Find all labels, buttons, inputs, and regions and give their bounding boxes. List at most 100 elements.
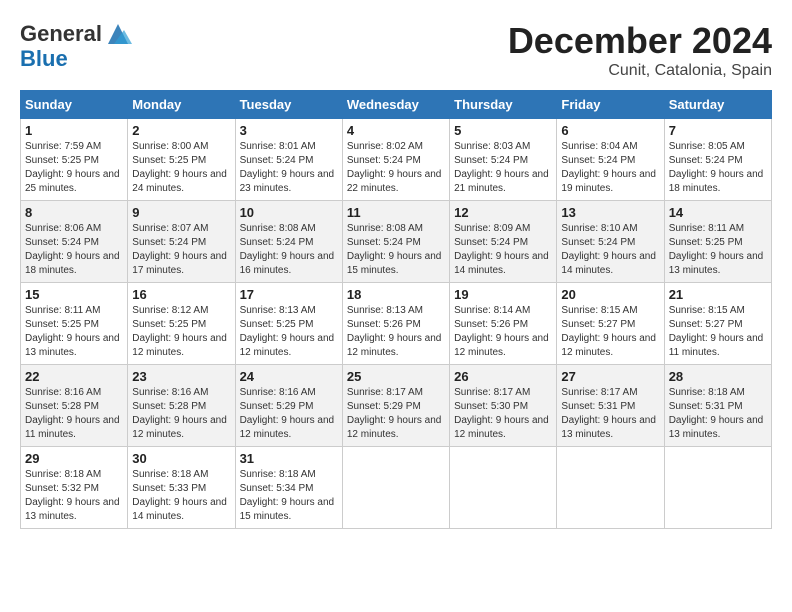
title-block: December 2024 Cunit, Catalonia, Spain bbox=[508, 20, 772, 80]
day-info: Sunrise: 8:13 AM Sunset: 5:25 PM Dayligh… bbox=[240, 304, 338, 360]
day-number: 23 bbox=[132, 369, 230, 384]
day-info: Sunrise: 8:02 AM Sunset: 5:24 PM Dayligh… bbox=[347, 140, 445, 196]
weekday-header-wednesday: Wednesday bbox=[342, 91, 449, 119]
calendar-cell: 2 Sunrise: 8:00 AM Sunset: 5:25 PM Dayli… bbox=[128, 119, 235, 201]
day-number: 11 bbox=[347, 205, 445, 220]
day-number: 3 bbox=[240, 123, 338, 138]
calendar-cell: 28 Sunrise: 8:18 AM Sunset: 5:31 PM Dayl… bbox=[664, 365, 771, 447]
day-number: 25 bbox=[347, 369, 445, 384]
day-number: 19 bbox=[454, 287, 552, 302]
day-info: Sunrise: 8:18 AM Sunset: 5:34 PM Dayligh… bbox=[240, 468, 338, 524]
calendar-cell: 29 Sunrise: 8:18 AM Sunset: 5:32 PM Dayl… bbox=[21, 447, 128, 529]
day-info: Sunrise: 8:18 AM Sunset: 5:33 PM Dayligh… bbox=[132, 468, 230, 524]
day-number: 16 bbox=[132, 287, 230, 302]
day-info: Sunrise: 8:16 AM Sunset: 5:29 PM Dayligh… bbox=[240, 386, 338, 442]
location-subtitle: Cunit, Catalonia, Spain bbox=[508, 62, 772, 80]
page-header: General Blue December 2024 Cunit, Catalo… bbox=[20, 20, 772, 80]
calendar-week-5: 29 Sunrise: 8:18 AM Sunset: 5:32 PM Dayl… bbox=[21, 447, 772, 529]
calendar-week-3: 15 Sunrise: 8:11 AM Sunset: 5:25 PM Dayl… bbox=[21, 283, 772, 365]
day-number: 7 bbox=[669, 123, 767, 138]
day-info: Sunrise: 8:17 AM Sunset: 5:30 PM Dayligh… bbox=[454, 386, 552, 442]
day-number: 13 bbox=[561, 205, 659, 220]
calendar-cell: 16 Sunrise: 8:12 AM Sunset: 5:25 PM Dayl… bbox=[128, 283, 235, 365]
calendar-cell: 7 Sunrise: 8:05 AM Sunset: 5:24 PM Dayli… bbox=[664, 119, 771, 201]
calendar-cell: 31 Sunrise: 8:18 AM Sunset: 5:34 PM Dayl… bbox=[235, 447, 342, 529]
calendar-cell: 11 Sunrise: 8:08 AM Sunset: 5:24 PM Dayl… bbox=[342, 201, 449, 283]
day-number: 18 bbox=[347, 287, 445, 302]
day-info: Sunrise: 8:06 AM Sunset: 5:24 PM Dayligh… bbox=[25, 222, 123, 278]
day-info: Sunrise: 8:17 AM Sunset: 5:29 PM Dayligh… bbox=[347, 386, 445, 442]
logo-blue-text: Blue bbox=[20, 48, 132, 70]
calendar-cell: 5 Sunrise: 8:03 AM Sunset: 5:24 PM Dayli… bbox=[450, 119, 557, 201]
day-info: Sunrise: 8:08 AM Sunset: 5:24 PM Dayligh… bbox=[347, 222, 445, 278]
calendar-cell bbox=[664, 447, 771, 529]
day-number: 31 bbox=[240, 451, 338, 466]
calendar-cell: 8 Sunrise: 8:06 AM Sunset: 5:24 PM Dayli… bbox=[21, 201, 128, 283]
weekday-header-friday: Friday bbox=[557, 91, 664, 119]
calendar-cell: 18 Sunrise: 8:13 AM Sunset: 5:26 PM Dayl… bbox=[342, 283, 449, 365]
day-number: 26 bbox=[454, 369, 552, 384]
weekday-header-sunday: Sunday bbox=[21, 91, 128, 119]
day-number: 17 bbox=[240, 287, 338, 302]
day-info: Sunrise: 8:03 AM Sunset: 5:24 PM Dayligh… bbox=[454, 140, 552, 196]
calendar-cell bbox=[557, 447, 664, 529]
calendar-cell: 17 Sunrise: 8:13 AM Sunset: 5:25 PM Dayl… bbox=[235, 283, 342, 365]
calendar-cell: 9 Sunrise: 8:07 AM Sunset: 5:24 PM Dayli… bbox=[128, 201, 235, 283]
day-info: Sunrise: 8:18 AM Sunset: 5:32 PM Dayligh… bbox=[25, 468, 123, 524]
day-info: Sunrise: 8:11 AM Sunset: 5:25 PM Dayligh… bbox=[669, 222, 767, 278]
calendar-cell: 24 Sunrise: 8:16 AM Sunset: 5:29 PM Dayl… bbox=[235, 365, 342, 447]
day-info: Sunrise: 8:08 AM Sunset: 5:24 PM Dayligh… bbox=[240, 222, 338, 278]
calendar-cell: 6 Sunrise: 8:04 AM Sunset: 5:24 PM Dayli… bbox=[557, 119, 664, 201]
weekday-header-row: SundayMondayTuesdayWednesdayThursdayFrid… bbox=[21, 91, 772, 119]
day-number: 28 bbox=[669, 369, 767, 384]
day-info: Sunrise: 8:05 AM Sunset: 5:24 PM Dayligh… bbox=[669, 140, 767, 196]
day-info: Sunrise: 8:04 AM Sunset: 5:24 PM Dayligh… bbox=[561, 140, 659, 196]
calendar-cell: 19 Sunrise: 8:14 AM Sunset: 5:26 PM Dayl… bbox=[450, 283, 557, 365]
day-number: 12 bbox=[454, 205, 552, 220]
day-number: 15 bbox=[25, 287, 123, 302]
day-info: Sunrise: 8:09 AM Sunset: 5:24 PM Dayligh… bbox=[454, 222, 552, 278]
day-number: 4 bbox=[347, 123, 445, 138]
weekday-header-monday: Monday bbox=[128, 91, 235, 119]
day-info: Sunrise: 8:16 AM Sunset: 5:28 PM Dayligh… bbox=[132, 386, 230, 442]
calendar-cell: 26 Sunrise: 8:17 AM Sunset: 5:30 PM Dayl… bbox=[450, 365, 557, 447]
calendar-week-2: 8 Sunrise: 8:06 AM Sunset: 5:24 PM Dayli… bbox=[21, 201, 772, 283]
day-info: Sunrise: 8:17 AM Sunset: 5:31 PM Dayligh… bbox=[561, 386, 659, 442]
day-number: 29 bbox=[25, 451, 123, 466]
day-number: 8 bbox=[25, 205, 123, 220]
calendar-cell: 10 Sunrise: 8:08 AM Sunset: 5:24 PM Dayl… bbox=[235, 201, 342, 283]
weekday-header-tuesday: Tuesday bbox=[235, 91, 342, 119]
calendar-cell bbox=[342, 447, 449, 529]
weekday-header-thursday: Thursday bbox=[450, 91, 557, 119]
day-info: Sunrise: 8:11 AM Sunset: 5:25 PM Dayligh… bbox=[25, 304, 123, 360]
calendar-week-4: 22 Sunrise: 8:16 AM Sunset: 5:28 PM Dayl… bbox=[21, 365, 772, 447]
weekday-header-saturday: Saturday bbox=[664, 91, 771, 119]
day-number: 14 bbox=[669, 205, 767, 220]
calendar-cell: 15 Sunrise: 8:11 AM Sunset: 5:25 PM Dayl… bbox=[21, 283, 128, 365]
calendar-cell: 3 Sunrise: 8:01 AM Sunset: 5:24 PM Dayli… bbox=[235, 119, 342, 201]
calendar-cell: 23 Sunrise: 8:16 AM Sunset: 5:28 PM Dayl… bbox=[128, 365, 235, 447]
calendar-cell: 25 Sunrise: 8:17 AM Sunset: 5:29 PM Dayl… bbox=[342, 365, 449, 447]
day-number: 2 bbox=[132, 123, 230, 138]
day-number: 27 bbox=[561, 369, 659, 384]
day-info: Sunrise: 8:18 AM Sunset: 5:31 PM Dayligh… bbox=[669, 386, 767, 442]
calendar-cell: 27 Sunrise: 8:17 AM Sunset: 5:31 PM Dayl… bbox=[557, 365, 664, 447]
logo-general-text: General bbox=[20, 23, 102, 45]
calendar-table: SundayMondayTuesdayWednesdayThursdayFrid… bbox=[20, 90, 772, 529]
day-info: Sunrise: 8:14 AM Sunset: 5:26 PM Dayligh… bbox=[454, 304, 552, 360]
day-number: 20 bbox=[561, 287, 659, 302]
day-number: 30 bbox=[132, 451, 230, 466]
calendar-cell: 13 Sunrise: 8:10 AM Sunset: 5:24 PM Dayl… bbox=[557, 201, 664, 283]
calendar-cell: 12 Sunrise: 8:09 AM Sunset: 5:24 PM Dayl… bbox=[450, 201, 557, 283]
calendar-cell: 30 Sunrise: 8:18 AM Sunset: 5:33 PM Dayl… bbox=[128, 447, 235, 529]
day-number: 21 bbox=[669, 287, 767, 302]
day-number: 1 bbox=[25, 123, 123, 138]
day-info: Sunrise: 8:07 AM Sunset: 5:24 PM Dayligh… bbox=[132, 222, 230, 278]
day-info: Sunrise: 8:13 AM Sunset: 5:26 PM Dayligh… bbox=[347, 304, 445, 360]
day-info: Sunrise: 8:15 AM Sunset: 5:27 PM Dayligh… bbox=[669, 304, 767, 360]
day-info: Sunrise: 8:16 AM Sunset: 5:28 PM Dayligh… bbox=[25, 386, 123, 442]
day-info: Sunrise: 8:12 AM Sunset: 5:25 PM Dayligh… bbox=[132, 304, 230, 360]
calendar-cell: 21 Sunrise: 8:15 AM Sunset: 5:27 PM Dayl… bbox=[664, 283, 771, 365]
month-title: December 2024 bbox=[508, 20, 772, 62]
logo: General Blue bbox=[20, 20, 132, 70]
